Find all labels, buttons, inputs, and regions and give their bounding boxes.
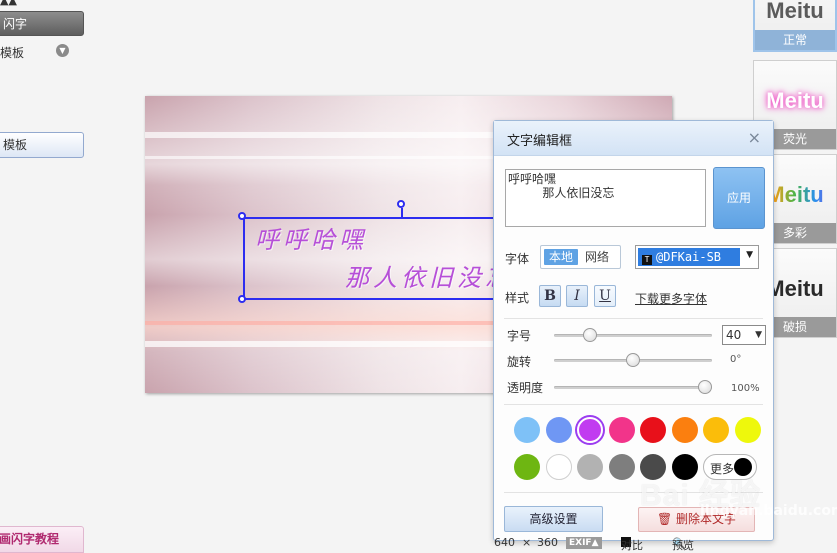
size-value: 40 <box>726 328 742 342</box>
chevron-down-icon[interactable]: ▼ <box>56 44 69 57</box>
color-swatch[interactable] <box>734 417 761 443</box>
resize-handle-top-left[interactable] <box>238 212 246 220</box>
size-label: 字号 <box>507 329 532 343</box>
text-selection-box[interactable] <box>243 217 503 300</box>
rotate-value: 0° <box>730 354 742 365</box>
color-swatch[interactable] <box>514 454 540 480</box>
opacity-label: 透明度 <box>507 381 544 395</box>
font-dropdown[interactable]: T @DFKai-SB ▼ <box>635 245 759 269</box>
left-panel-fragment: ▲▲ <box>0 0 17 7</box>
color-swatch[interactable] <box>577 454 603 480</box>
apply-button[interactable]: 应用 <box>713 167 765 229</box>
size-slider[interactable] <box>554 328 712 342</box>
dimension-separator: × <box>522 536 532 549</box>
color-swatch[interactable] <box>671 417 698 443</box>
rotate-slider[interactable] <box>554 353 712 367</box>
chevron-down-icon[interactable]: ▼ <box>746 250 753 260</box>
template-section-label: 模板 <box>0 46 25 60</box>
image-height: 360 <box>537 536 558 549</box>
color-swatch[interactable] <box>703 417 729 443</box>
exif-button[interactable]: EXIF▲ <box>566 537 602 549</box>
size-dropdown[interactable]: 40 ▼ <box>722 325 766 345</box>
chevron-down-icon: ▼ <box>755 330 762 340</box>
color-swatch[interactable] <box>545 417 572 443</box>
italic-button[interactable]: I <box>566 285 588 307</box>
rotate-label: 旋转 <box>507 355 532 369</box>
preview-label: 预览 <box>672 539 694 552</box>
template-preview: Meitu <box>766 88 824 113</box>
tab-flash-text[interactable]: 闪字 <box>0 11 84 36</box>
dialog-header[interactable]: 文字编辑框 × <box>494 121 773 156</box>
rotate-handle-stem <box>401 208 403 218</box>
size-slider-knob[interactable] <box>582 328 597 342</box>
bold-button[interactable]: B <box>539 285 561 307</box>
color-swatch[interactable] <box>608 454 635 480</box>
color-swatch[interactable] <box>608 417 635 443</box>
opacity-slider-knob[interactable] <box>698 380 712 394</box>
template-label: 正常 <box>755 30 835 50</box>
font-source-local[interactable]: 本地 <box>544 249 578 265</box>
text-input[interactable]: 呼呼哈嘿 那人依旧没忘 <box>505 169 706 227</box>
font-source-web[interactable]: 网络 <box>585 249 609 265</box>
advanced-settings-button[interactable]: 高级设置 <box>504 506 603 532</box>
trash-icon: 🗑 <box>656 512 677 526</box>
tutorial-button[interactable]: 画闪字教程 <box>0 526 84 553</box>
color-swatch[interactable] <box>640 417 666 443</box>
color-swatch[interactable] <box>577 417 603 443</box>
font-label: 字体 <box>505 252 530 266</box>
font-source-toggle: 本地 网络 <box>540 245 621 269</box>
dialog-title: 文字编辑框 <box>507 134 573 149</box>
rotate-handle[interactable] <box>397 200 405 208</box>
template-normal[interactable]: Meitu 正常 <box>753 0 837 52</box>
close-icon[interactable]: × <box>748 128 761 147</box>
image-info-bar: 640 × 360 EXIF▲ 对比 🔍 预览 <box>494 535 754 553</box>
color-swatch[interactable] <box>514 417 540 443</box>
underline-button[interactable]: U <box>594 285 616 307</box>
truetype-icon: T <box>642 255 652 265</box>
baidu-watermark-url: jingyan.baidu.com <box>700 503 837 519</box>
compare-label: 对比 <box>621 539 643 552</box>
template-button[interactable]: 模板 <box>0 132 84 158</box>
font-name: @DFKai-SB <box>656 250 722 264</box>
image-width: 640 <box>494 536 515 549</box>
opacity-slider[interactable] <box>554 380 712 394</box>
divider <box>504 318 763 319</box>
download-fonts-link[interactable]: 下载更多字体 <box>635 290 707 307</box>
font-dropdown-value: T @DFKai-SB <box>638 248 740 266</box>
template-section-header[interactable]: 模板 ▼ <box>0 42 80 60</box>
resize-handle-bottom-left[interactable] <box>238 295 246 303</box>
color-swatch[interactable] <box>545 454 572 480</box>
style-label: 样式 <box>505 291 530 305</box>
divider <box>504 404 763 405</box>
rotate-slider-knob[interactable] <box>626 353 640 367</box>
opacity-value: 100% <box>731 383 760 394</box>
template-preview: Meitu <box>766 0 824 23</box>
